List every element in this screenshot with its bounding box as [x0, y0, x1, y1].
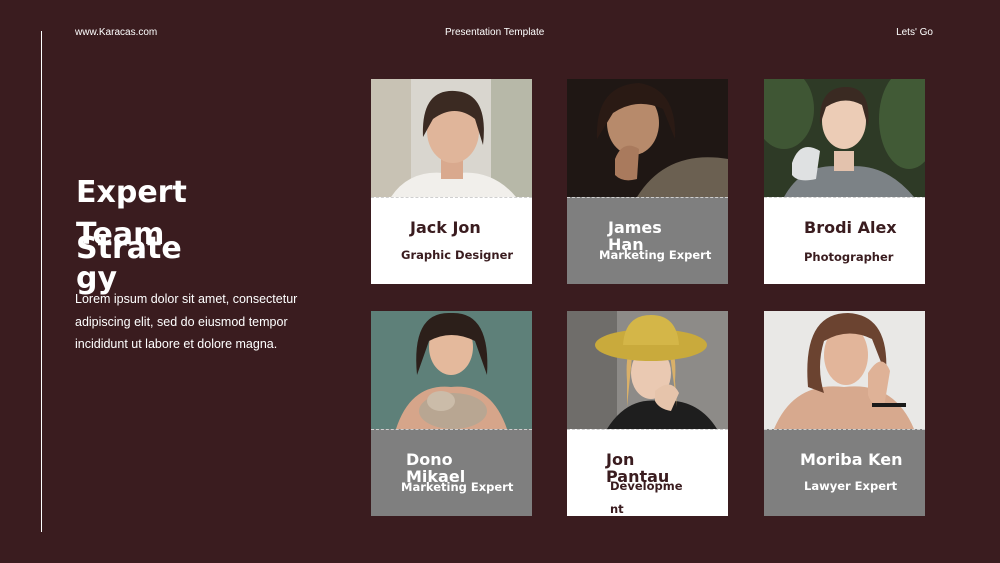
member-photo: [764, 311, 925, 429]
member-name: Jack Jon: [410, 218, 481, 237]
heading-line-1: Expert: [76, 175, 187, 210]
member-role: Marketing Expert: [401, 480, 514, 494]
member-name: Moriba Ken: [800, 450, 903, 469]
member-info: James Han Marketing Expert: [567, 197, 728, 284]
member-role: Lawyer Expert: [804, 479, 898, 493]
member-name: Brodi Alex: [804, 218, 897, 237]
member-photo: [371, 79, 532, 197]
member-info: Jack Jon Graphic Designer: [371, 197, 532, 284]
team-card[interactable]: Dono Mikael Marketing Expert: [371, 311, 532, 516]
team-card[interactable]: Moriba Ken Lawyer Expert: [764, 311, 925, 516]
member-photo: [567, 79, 728, 197]
member-photo: [371, 311, 532, 429]
section-description: Lorem ipsum dolor sit amet, consectetur …: [75, 292, 298, 351]
vertical-divider: [41, 31, 42, 532]
member-role: Graphic Designer: [401, 248, 514, 262]
member-role: Development: [610, 479, 683, 516]
member-info: Moriba Ken Lawyer Expert: [764, 429, 925, 516]
member-role: Marketing Expert: [599, 248, 712, 262]
heading-line-3: Strategy: [76, 231, 182, 296]
presentation-title: Presentation Template: [445, 27, 545, 38]
section-heading: Expert Team Strategy: [76, 175, 196, 294]
team-card[interactable]: Jack Jon Graphic Designer: [371, 79, 532, 284]
member-role: Photographer: [804, 250, 894, 264]
lets-go-link[interactable]: Lets' Go: [896, 27, 933, 38]
member-info: Dono Mikael Marketing Expert: [371, 429, 532, 516]
member-info: Jon Pantau Development: [567, 429, 728, 516]
member-photo: [567, 311, 728, 429]
member-info: Brodi Alex Photographer: [764, 197, 925, 284]
website-link[interactable]: www.Karacas.com: [75, 27, 157, 38]
member-photo: [764, 79, 925, 197]
team-card[interactable]: Jon Pantau Development: [567, 311, 728, 516]
top-bar: www.Karacas.com Presentation Template Le…: [75, 27, 933, 41]
team-card[interactable]: Brodi Alex Photographer: [764, 79, 925, 284]
team-card[interactable]: James Han Marketing Expert: [567, 79, 728, 284]
